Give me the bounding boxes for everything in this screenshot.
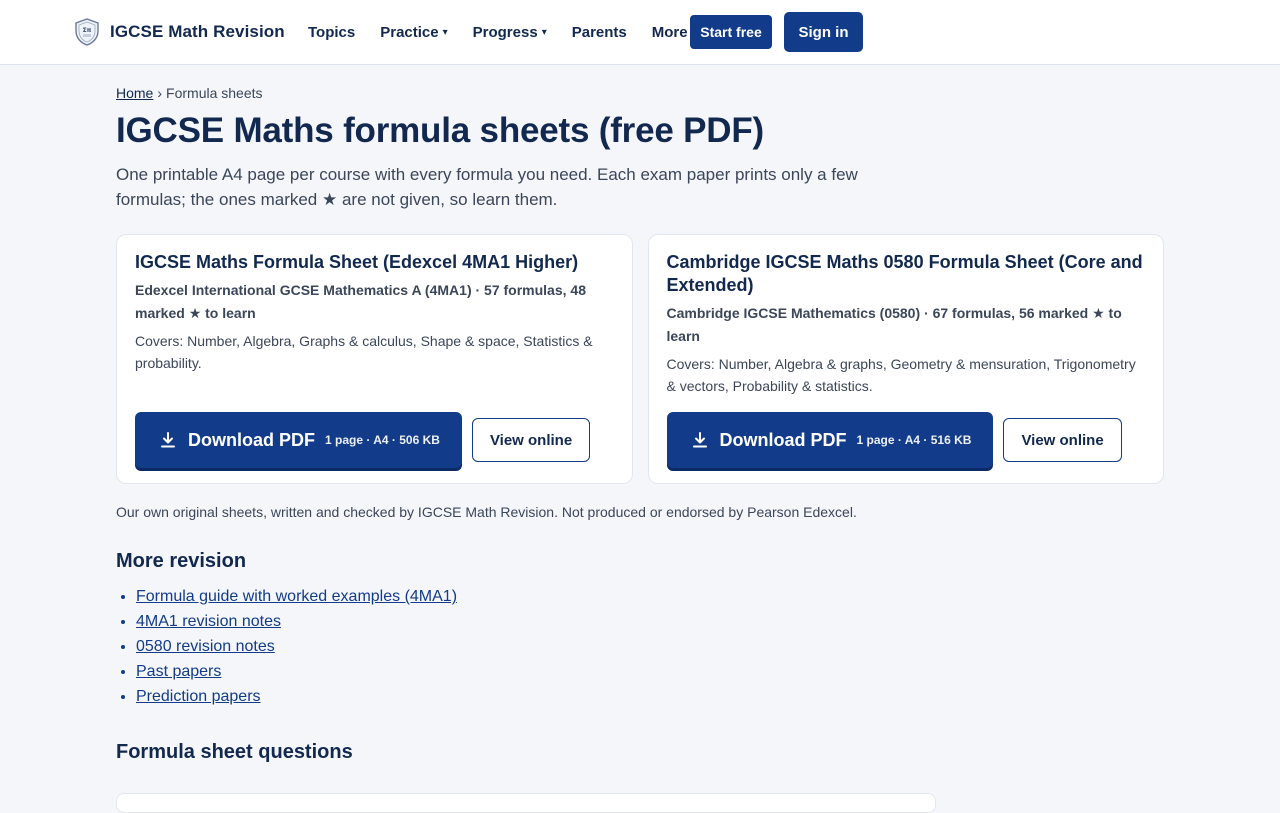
card-meta: Cambridge IGCSE Mathematics (0580) · 67 … <box>666 305 1122 344</box>
download-icon <box>692 432 707 448</box>
formula-guide-link[interactable]: Formula guide with worked examples (4MA1… <box>136 588 457 605</box>
chevron-down-icon: ▾ <box>541 26 547 38</box>
formula-sheet-cards: IGCSE Maths Formula Sheet (Edexcel 4MA1 … <box>116 234 1164 484</box>
page-lead: One printable A4 page per course with ev… <box>116 165 858 209</box>
breadcrumb-home-link[interactable]: Home <box>116 85 153 101</box>
main-nav: Topics Practice ▾ Progress ▾ Parents Mor… <box>308 12 722 52</box>
download-file-info: 1 page · A4 · 506 KB <box>325 433 440 447</box>
formula-sheet-card-0580: Cambridge IGCSE Maths 0580 Formula Sheet… <box>647 234 1164 484</box>
page-title: IGCSE Maths formula sheets (free PDF) <box>116 111 765 150</box>
nav-parents-label: Parents <box>571 23 627 41</box>
breadcrumb: Home › Formula sheets <box>116 84 1164 102</box>
prediction-papers-link[interactable]: Prediction papers <box>136 688 261 705</box>
nav-parents[interactable]: Parents <box>572 24 627 41</box>
shield-logo-icon: Σπ <box>75 18 99 46</box>
download-label: Download PDF <box>719 429 847 450</box>
faq-accordion[interactable] <box>116 793 936 813</box>
site-header: Σπ IGCSE Math Revision Topics Practice ▾… <box>0 0 1280 65</box>
list-item: 0580 revision notes <box>136 634 1164 659</box>
sign-in-button[interactable]: Sign in <box>784 12 863 52</box>
card-title: IGCSE Maths Formula Sheet (Edexcel 4MA1 … <box>135 252 579 272</box>
list-item: 4MA1 revision notes <box>136 609 1164 634</box>
download-pdf-button[interactable]: Download PDF 1 page · A4 · 516 KB <box>666 412 994 468</box>
breadcrumb-separator: › <box>157 85 163 101</box>
download-label: Download PDF <box>188 429 315 450</box>
more-revision-list: Formula guide with worked examples (4MA1… <box>116 584 1164 709</box>
start-free-button[interactable]: Start free <box>690 15 772 49</box>
formula-sheet-card-4ma1: IGCSE Maths Formula Sheet (Edexcel 4MA1 … <box>116 234 633 484</box>
view-online-button[interactable]: View online <box>471 418 591 462</box>
download-file-info: 1 page · A4 · 516 KB <box>856 433 972 447</box>
breadcrumb-current: Formula sheets <box>166 85 263 101</box>
card-actions: Download PDF 1 page · A4 · 506 KB View o… <box>135 412 591 468</box>
formula-questions-heading: Formula sheet questions <box>116 741 353 763</box>
0580-notes-link[interactable]: 0580 revision notes <box>136 638 275 655</box>
svg-text:Σπ: Σπ <box>83 27 92 34</box>
more-revision-heading: More revision <box>116 550 247 572</box>
view-online-button[interactable]: View online <box>1003 418 1122 462</box>
4ma1-notes-link[interactable]: 4MA1 revision notes <box>136 613 281 630</box>
download-icon <box>161 432 175 448</box>
list-item: Formula guide with worked examples (4MA1… <box>136 584 1164 609</box>
nav-progress[interactable]: Progress ▾ <box>473 24 547 41</box>
card-actions: Download PDF 1 page · A4 · 516 KB View o… <box>666 412 1122 468</box>
chevron-down-icon: ▾ <box>442 26 448 38</box>
nav-more-label: More <box>651 23 688 41</box>
card-title: Cambridge IGCSE Maths 0580 Formula Sheet… <box>666 252 1143 295</box>
nav-progress-label: Progress <box>472 23 538 41</box>
nav-practice[interactable]: Practice ▾ <box>380 24 447 41</box>
card-covers: Covers: Number, Algebra, Graphs & calcul… <box>135 333 593 371</box>
disclaimer-text: Our own original sheets, written and che… <box>116 504 857 520</box>
download-pdf-button[interactable]: Download PDF 1 page · A4 · 506 KB <box>135 412 462 468</box>
nav-topics-label: Topics <box>308 23 356 41</box>
nav-practice-label: Practice <box>380 23 439 41</box>
card-meta: Edexcel International GCSE Mathematics A… <box>135 282 586 321</box>
list-item: Prediction papers <box>136 684 1164 709</box>
nav-topics[interactable]: Topics <box>308 24 355 41</box>
main-content: Home › Formula sheets IGCSE Maths formul… <box>116 65 1164 813</box>
card-covers: Covers: Number, Algebra & graphs, Geomet… <box>666 356 1136 394</box>
brand-home-link[interactable]: Σπ IGCSE Math Revision <box>74 18 285 46</box>
brand-name: IGCSE Math Revision <box>110 22 285 41</box>
past-papers-link[interactable]: Past papers <box>136 663 221 680</box>
list-item: Past papers <box>136 659 1164 684</box>
